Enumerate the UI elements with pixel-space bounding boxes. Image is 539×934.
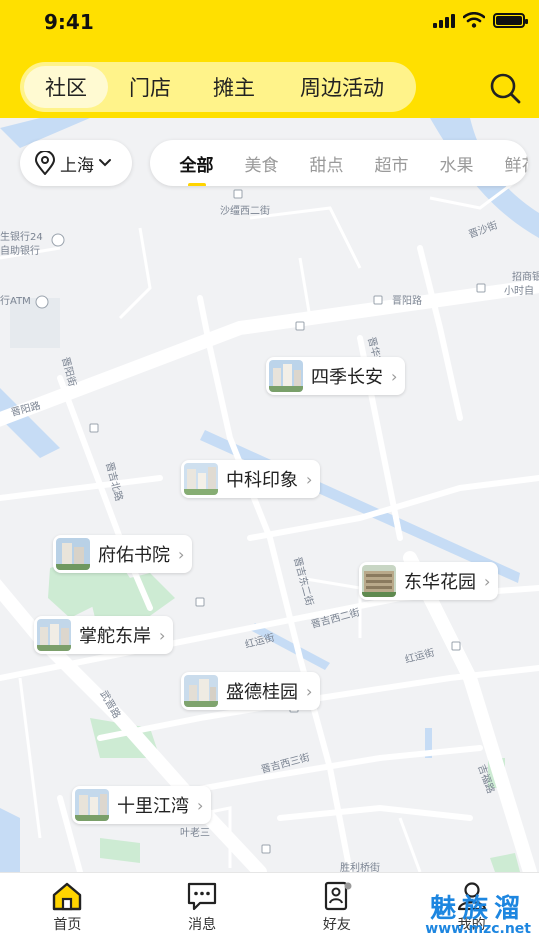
- community-name: 府佑书院: [98, 545, 170, 566]
- category-supermarket[interactable]: 超市: [359, 151, 424, 176]
- category-all[interactable]: 全部: [164, 151, 229, 186]
- wifi-icon: [463, 12, 485, 28]
- community-pin[interactable]: 东华花园 ›: [359, 562, 499, 600]
- street-label: 自助银行: [0, 244, 40, 257]
- community-pin[interactable]: 十里江湾 ›: [72, 786, 212, 824]
- message-icon: [188, 882, 217, 911]
- city-name: 上海: [60, 155, 94, 176]
- battery-icon: [493, 12, 528, 28]
- category-dessert[interactable]: 甜点: [294, 151, 359, 176]
- chevron-right-icon: ›: [159, 625, 166, 645]
- community-name: 十里江湾: [117, 796, 189, 817]
- segment-store[interactable]: 门店: [108, 66, 192, 108]
- community-name: 四季长安: [311, 367, 383, 388]
- street-label: 沙缰西二街: [220, 204, 270, 217]
- status-time: 9:41: [44, 10, 94, 34]
- watermark: 魅族溜 www.mzc.net: [425, 888, 531, 934]
- contacts-icon: [324, 881, 352, 911]
- community-name: 中科印象: [226, 470, 298, 491]
- street-label: 行ATM: [0, 294, 31, 307]
- community-pin[interactable]: 盛德桂园 ›: [181, 672, 321, 710]
- community-thumbnail: [184, 675, 218, 707]
- street-label: 生银行24: [0, 230, 43, 243]
- status-icons: [433, 12, 528, 28]
- community-thumbnail: [56, 538, 90, 570]
- community-thumbnail: [269, 360, 303, 392]
- tab-messages[interactable]: 消息: [135, 873, 270, 934]
- segment-community[interactable]: 社区: [24, 66, 108, 108]
- tab-label: 首页: [53, 917, 82, 933]
- community-pin[interactable]: 中科印象 ›: [181, 460, 321, 498]
- community-thumbnail: [362, 565, 396, 597]
- street-label: 小时自: [504, 284, 534, 297]
- app-header: 9:41 社区 门店 摊主 周边活动: [0, 0, 539, 118]
- chevron-right-icon: ›: [178, 544, 185, 564]
- segment-vendor[interactable]: 摊主: [192, 66, 276, 108]
- category-food[interactable]: 美食: [229, 151, 294, 176]
- tab-home[interactable]: 首页: [0, 873, 135, 934]
- community-thumbnail: [75, 789, 109, 821]
- chevron-right-icon: ›: [306, 681, 313, 701]
- street-label: 叶老三: [180, 826, 210, 839]
- category-filter-bar: 全部 美食 甜点 超市 水果 鲜花: [150, 140, 528, 186]
- tab-friends[interactable]: 好友: [270, 873, 405, 934]
- app-root: 沙缰西二街 生银行24 自助银行 行ATM 晋阳路 晋阳路 晋阳街 晋吉北路 晋…: [0, 0, 539, 934]
- signal-icon: [433, 12, 455, 28]
- community-thumbnail: [37, 619, 71, 651]
- community-name: 掌舵东岸: [79, 626, 151, 647]
- community-pin[interactable]: 府佑书院 ›: [53, 535, 193, 573]
- street-label: 晋阳路: [392, 294, 422, 307]
- community-name: 东华花园: [404, 572, 476, 593]
- category-fruit[interactable]: 水果: [424, 151, 489, 176]
- category-segment-control: 社区 门店 摊主 周边活动: [20, 62, 416, 112]
- chevron-right-icon: ›: [197, 795, 204, 815]
- tab-label: 好友: [322, 917, 351, 933]
- community-pin[interactable]: 四季长安 ›: [266, 357, 406, 395]
- category-flowers[interactable]: 鲜花: [489, 151, 529, 176]
- chevron-down-icon: [99, 159, 111, 167]
- chevron-right-icon: ›: [484, 571, 491, 591]
- segment-nearby-events[interactable]: 周边活动: [276, 66, 408, 108]
- city-selector[interactable]: 上海: [20, 140, 132, 186]
- chevron-right-icon: ›: [391, 366, 398, 386]
- community-pin[interactable]: 掌舵东岸 ›: [34, 616, 174, 654]
- chevron-right-icon: ›: [306, 469, 313, 489]
- tab-label: 消息: [188, 917, 217, 933]
- watermark-url: www.mzc.net: [425, 921, 531, 934]
- community-name: 盛德桂园: [226, 682, 298, 703]
- search-icon[interactable]: [489, 72, 521, 104]
- watermark-text: 魅族溜: [430, 894, 527, 924]
- home-icon: [53, 882, 82, 911]
- street-label: 招商银: [512, 270, 539, 283]
- street-label: 胜利桥街: [340, 861, 380, 872]
- community-thumbnail: [184, 463, 218, 495]
- location-pin-icon: [34, 151, 56, 175]
